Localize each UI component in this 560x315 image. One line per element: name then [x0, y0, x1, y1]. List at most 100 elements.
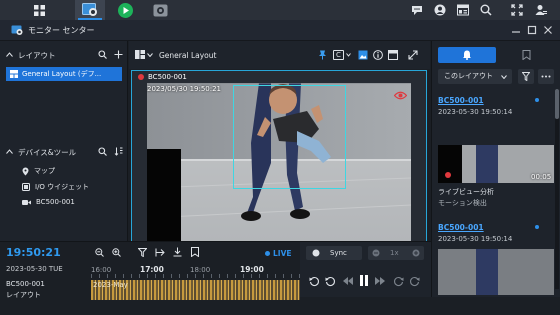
layout-name: General Layout	[159, 51, 217, 60]
recording-track[interactable]: 2023-May	[91, 280, 300, 300]
thumbnail-scene	[476, 249, 498, 295]
forward-10-icon	[409, 276, 419, 286]
motion-detection-box	[233, 85, 346, 189]
chevron-down-icon	[147, 52, 153, 57]
step-back-icon	[325, 276, 335, 286]
apps-grid-button[interactable]	[24, 0, 54, 20]
monitor-center-icon	[82, 3, 97, 16]
stream-badge[interactable]: C	[333, 50, 344, 60]
layout-grid-icon	[10, 70, 18, 78]
minimize-icon[interactable]	[511, 25, 521, 35]
chevron-up-icon[interactable]	[6, 149, 13, 154]
add-icon[interactable]	[114, 50, 123, 59]
panel-toggle-icon[interactable]	[388, 50, 398, 60]
download-icon[interactable]	[173, 247, 182, 257]
left-panel: レイアウト General Layout (デフ... デバイス&ツール マップ…	[0, 41, 128, 241]
more-options-button[interactable]	[538, 69, 554, 84]
search-icon[interactable]	[98, 147, 107, 156]
previous-frame-button[interactable]	[342, 275, 354, 287]
user-menu-icon[interactable]	[534, 3, 548, 17]
search-icon[interactable]	[98, 50, 107, 59]
speed-control[interactable]: 1x	[368, 246, 424, 260]
live-dot-icon	[265, 251, 270, 256]
device-item-label: BC500-001	[36, 198, 75, 206]
step-forward-icon	[393, 276, 403, 286]
scrollbar[interactable]	[555, 89, 559, 289]
play-app-button[interactable]	[110, 0, 140, 20]
pin-icon[interactable]	[318, 50, 327, 60]
speed-decrease-icon[interactable]	[372, 249, 380, 257]
close-icon[interactable]	[543, 25, 553, 35]
camera-tile[interactable]: BC500-001 2023/05/30 19:50:21	[131, 70, 427, 242]
rewind-icon	[343, 277, 353, 285]
expand-icon[interactable]	[408, 50, 418, 60]
live-label[interactable]: LIVE	[273, 249, 292, 258]
sync-label: Sync	[330, 249, 347, 257]
sync-icon	[312, 249, 320, 257]
timeline-date: 2023-05-30 TUE	[6, 265, 63, 273]
thumbnail-scene	[476, 145, 498, 183]
record-indicator-icon	[138, 74, 144, 80]
map-pin-icon	[22, 167, 29, 175]
chat-icon[interactable]	[410, 3, 424, 17]
sort-icon[interactable]	[114, 147, 123, 156]
forward-10-button[interactable]	[408, 275, 420, 287]
tick-label: 18:00	[190, 266, 211, 274]
tile-header: BC500-001	[132, 71, 426, 83]
monitor-center-app-button[interactable]	[75, 0, 105, 20]
filter-button[interactable]	[518, 69, 534, 84]
step-back-button[interactable]	[324, 275, 336, 287]
scrollbar-thumb[interactable]	[555, 89, 559, 119]
speed-increase-icon[interactable]	[412, 249, 420, 257]
device-item-label: I/O ウイジェット	[35, 183, 90, 191]
replay-10-icon	[309, 276, 319, 286]
fast-forward-icon	[375, 277, 385, 285]
step-forward-button[interactable]	[392, 275, 404, 287]
fullscreen-icon[interactable]	[510, 3, 524, 17]
image-icon[interactable]	[358, 50, 368, 60]
track-layout-name: レイアウト	[6, 291, 41, 299]
user-icon[interactable]	[433, 3, 447, 17]
dashboard-icon[interactable]	[456, 3, 470, 17]
maximize-icon[interactable]	[527, 25, 537, 35]
bookmark-icon[interactable]	[191, 247, 199, 257]
filter-icon[interactable]	[138, 248, 147, 257]
tick-label: 17:00	[140, 265, 164, 274]
device-item-io-widget[interactable]: I/O ウイジェット	[22, 182, 89, 192]
tab-bookmarks[interactable]	[498, 47, 556, 63]
device-item-camera[interactable]: BC500-001	[22, 198, 75, 206]
window-title-bar: モニター センター	[0, 20, 560, 41]
timeline-ruler	[91, 274, 300, 278]
clip-icon[interactable]	[155, 248, 165, 257]
unread-dot-icon	[535, 225, 539, 229]
event-camera-name[interactable]: BC500-001	[438, 96, 484, 105]
event-camera-name[interactable]: BC500-001	[438, 223, 484, 232]
tab-notifications[interactable]	[438, 47, 496, 63]
device-item-map[interactable]: マップ	[22, 166, 55, 176]
video-feed[interactable]: 2023/05/30 19:50:21	[147, 83, 411, 241]
layout-item-general[interactable]: General Layout (デフ...	[6, 67, 122, 81]
devices-section-title: デバイス&ツール	[18, 148, 77, 157]
layout-filter-dropdown[interactable]: このレイアウト	[438, 69, 512, 84]
zoom-out-icon[interactable]	[95, 248, 104, 257]
layout-section-title: レイアウト	[18, 51, 56, 60]
tile-camera-name: BC500-001	[148, 73, 187, 81]
sync-button[interactable]: Sync	[306, 246, 362, 260]
speed-value: 1x	[390, 249, 399, 257]
record-indicator-icon	[445, 172, 451, 178]
chevron-up-icon[interactable]	[6, 52, 13, 57]
search-icon[interactable]	[479, 3, 493, 17]
pause-button[interactable]	[358, 274, 370, 286]
play-circle-icon	[117, 2, 133, 18]
event-thumbnail[interactable]	[438, 249, 554, 295]
bell-icon	[463, 50, 471, 60]
rewind-10-button[interactable]	[308, 275, 320, 287]
app-bar	[0, 0, 560, 20]
chevron-down-icon[interactable]	[346, 53, 351, 57]
layout-selector[interactable]	[135, 50, 153, 59]
zoom-in-icon[interactable]	[112, 248, 121, 257]
info-icon[interactable]	[373, 50, 383, 60]
event-thumbnail[interactable]: 00:05	[438, 145, 554, 183]
camera-app-button[interactable]	[145, 0, 175, 20]
next-frame-button[interactable]	[374, 275, 386, 287]
